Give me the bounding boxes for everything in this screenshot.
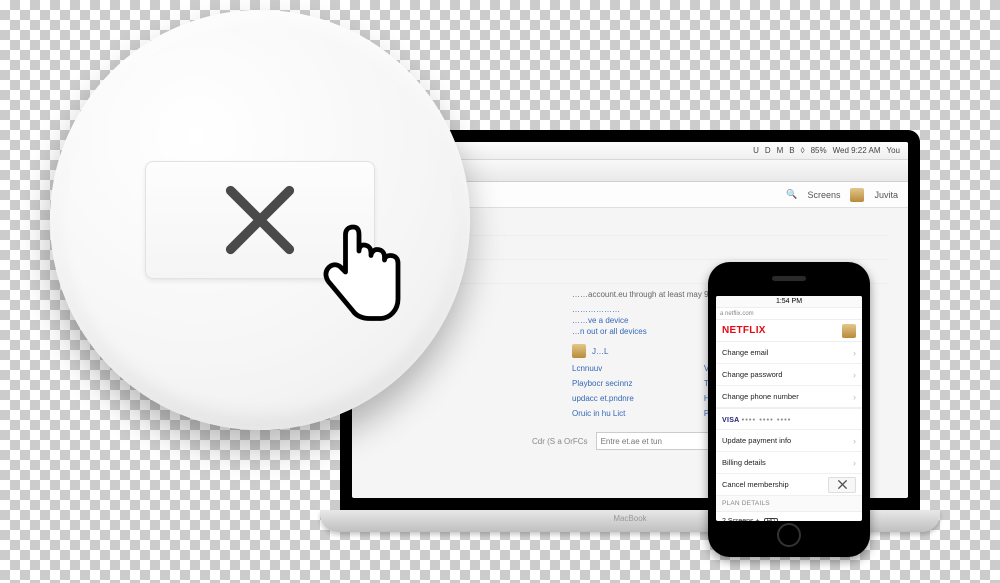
account-row[interactable]: Billing details ›	[716, 452, 862, 474]
chevron-right-icon: ›	[853, 436, 856, 446]
account-row[interactable]: Update payment info ›	[716, 430, 862, 452]
phone-statusbar: 1:54 PM	[716, 296, 862, 308]
footer-input[interactable]	[596, 432, 726, 450]
pointer-hand-icon	[316, 218, 408, 326]
cancel-button-large[interactable]	[145, 161, 375, 279]
row-label: Billing details	[722, 458, 766, 467]
phone-brand-header: NETFLIX	[716, 320, 862, 342]
menubar-icon: B	[789, 146, 794, 155]
profile-name: J…L	[592, 347, 608, 356]
menubar-clock: Wed 9:22 AM	[833, 146, 881, 155]
hd-badge: HD	[764, 518, 779, 522]
account-row[interactable]: Change email ›	[716, 342, 862, 364]
menubar-icon: D	[765, 146, 771, 155]
chevron-right-icon: ›	[853, 370, 856, 380]
cancel-button[interactable]	[828, 477, 856, 493]
laptop-label: MacBook	[613, 514, 646, 523]
plan-text: 2 Screens +	[722, 518, 760, 521]
close-icon	[838, 480, 847, 489]
plan-details-row: 2 Screens + HD	[716, 512, 862, 521]
footer-label: Cdr (S a OrFCs	[532, 437, 588, 446]
close-icon	[218, 178, 302, 262]
row-label: Cancel membership	[722, 480, 789, 489]
phone-url-text: a netflix.com	[720, 311, 754, 317]
chevron-right-icon: ›	[853, 458, 856, 468]
payment-card-row: VISA •••• •••• ••••	[716, 408, 862, 430]
chevron-right-icon: ›	[853, 348, 856, 358]
section-header: PLAN DETAILS	[716, 496, 862, 512]
cancel-membership-row[interactable]: Cancel membership	[716, 474, 862, 496]
wifi-icon: ◊	[801, 146, 805, 155]
row-label: Change email	[722, 348, 768, 357]
visa-logo: VISA	[722, 417, 740, 424]
phone-screen: 1:54 PM a netflix.com NETFLIX Change ema…	[716, 296, 862, 521]
menubar-user: You	[887, 146, 901, 155]
row-label: Update payment info	[722, 436, 791, 445]
menubar-icon: U	[753, 146, 759, 155]
account-link[interactable]: Lcnnuuv	[572, 364, 634, 373]
account-row[interactable]: Change password ›	[716, 364, 862, 386]
card-mask: •••• •••• ••••	[742, 415, 792, 424]
magnifier-circle	[50, 10, 470, 430]
account-link[interactable]: updacc et.pndnre	[572, 394, 634, 403]
account-link[interactable]: Oruic in hu Lict	[572, 409, 634, 418]
avatar[interactable]	[572, 344, 586, 358]
phone-mockup: 1:54 PM a netflix.com NETFLIX Change ema…	[708, 262, 870, 557]
header-username: Juvita	[874, 190, 898, 200]
account-row[interactable]: Change phone number ›	[716, 386, 862, 408]
avatar[interactable]	[850, 188, 864, 202]
phone-urlbar[interactable]: a netflix.com	[716, 308, 862, 320]
row-label: Change password	[722, 370, 782, 379]
header-search-label[interactable]: Screens	[807, 190, 840, 200]
netflix-logo[interactable]: NETFLIX	[722, 325, 766, 336]
row-label: Change phone number	[722, 392, 799, 401]
phone-clock: 1:54 PM	[776, 298, 802, 305]
account-link[interactable]: Playbocr secinnz	[572, 379, 634, 388]
menubar-icon: M	[777, 146, 784, 155]
avatar[interactable]	[842, 324, 856, 338]
search-icon[interactable]: 🔍	[786, 189, 797, 200]
battery-indicator: 85%	[811, 146, 827, 155]
chevron-right-icon: ›	[853, 392, 856, 402]
